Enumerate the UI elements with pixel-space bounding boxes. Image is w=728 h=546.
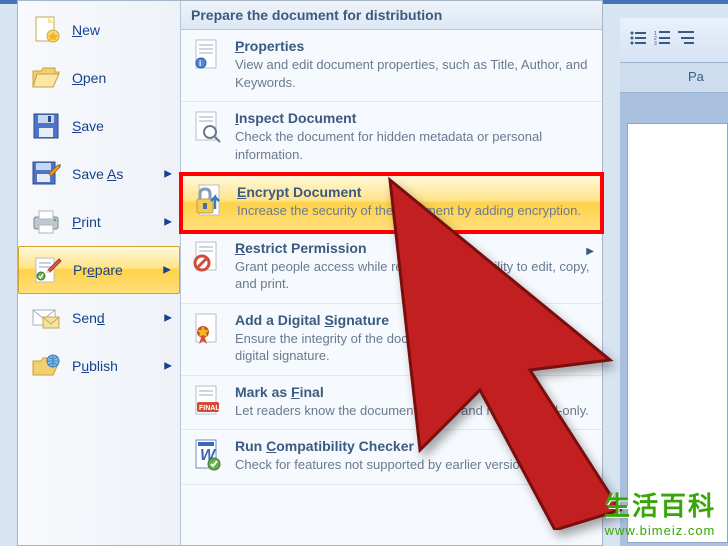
menu-item-print[interactable]: Print ▶ [18, 198, 180, 246]
left-command-list: New Open Save Save As ▶ Print [18, 1, 181, 545]
menu-item-label: Save As [72, 166, 123, 182]
menu-item-label: Open [72, 70, 106, 86]
bullets-icon[interactable] [630, 30, 648, 51]
ribbon-toolbar-fragment: 123 [620, 18, 728, 63]
inspect-document-icon [191, 110, 225, 144]
menu-item-label: Send [72, 310, 105, 326]
multilevel-list-icon[interactable] [678, 30, 696, 51]
submenu-header: Prepare the document for distribution [181, 1, 602, 30]
svg-text:FINAL: FINAL [199, 405, 220, 412]
numbering-icon[interactable]: 123 [654, 30, 672, 51]
ribbon-group-label: Pa [620, 63, 728, 93]
submenu-item-title: Properties [235, 38, 592, 54]
submenu-item-description: View and edit document properties, such … [235, 56, 592, 91]
prepare-icon [31, 254, 63, 286]
chevron-right-icon: ▶ [163, 265, 171, 276]
instructional-cursor-arrow [380, 160, 710, 530]
watermark-url: www.bimeiz.com [604, 523, 716, 538]
new-document-icon [30, 14, 62, 46]
restrict-permission-icon [191, 240, 225, 274]
menu-item-publish[interactable]: Publish ▶ [18, 342, 180, 390]
menu-item-save[interactable]: Save [18, 102, 180, 150]
menu-item-label: Prepare [73, 262, 123, 278]
properties-icon: i [191, 38, 225, 72]
save-as-icon [30, 158, 62, 190]
menu-item-open[interactable]: Open [18, 54, 180, 102]
save-floppy-icon [30, 110, 62, 142]
chevron-right-icon: ▶ [164, 313, 172, 324]
submenu-item-title: Inspect Document [235, 110, 592, 126]
mark-final-icon: FINAL [191, 384, 225, 418]
menu-item-label: Print [72, 214, 101, 230]
chevron-right-icon: ▶ [164, 217, 172, 228]
submenu-item-description: Check the document for hidden metadata o… [235, 128, 592, 163]
menu-item-new[interactable]: New [18, 6, 180, 54]
watermark: 生活百科 www.bimeiz.com [604, 486, 716, 538]
menu-item-save-as[interactable]: Save As ▶ [18, 150, 180, 198]
digital-signature-icon [191, 312, 225, 346]
encrypt-lock-icon [193, 184, 227, 218]
menu-item-label: Save [72, 118, 104, 134]
menu-item-send[interactable]: Send ▶ [18, 294, 180, 342]
svg-text:3: 3 [654, 41, 657, 46]
open-folder-icon [30, 62, 62, 94]
chevron-right-icon: ▶ [164, 169, 172, 180]
submenu-item-properties[interactable]: i Properties View and edit document prop… [181, 30, 602, 102]
menu-item-prepare[interactable]: Prepare ▶ [18, 246, 180, 294]
send-mail-icon [30, 302, 62, 334]
chevron-right-icon: ▶ [164, 361, 172, 372]
watermark-text: 生活百科 [604, 486, 716, 523]
printer-icon [30, 206, 62, 238]
svg-text:i: i [199, 59, 201, 68]
menu-item-label: Publish [72, 358, 118, 374]
menu-item-label: New [72, 22, 100, 38]
publish-icon [30, 350, 62, 382]
compatibility-checker-icon: W [191, 438, 225, 472]
